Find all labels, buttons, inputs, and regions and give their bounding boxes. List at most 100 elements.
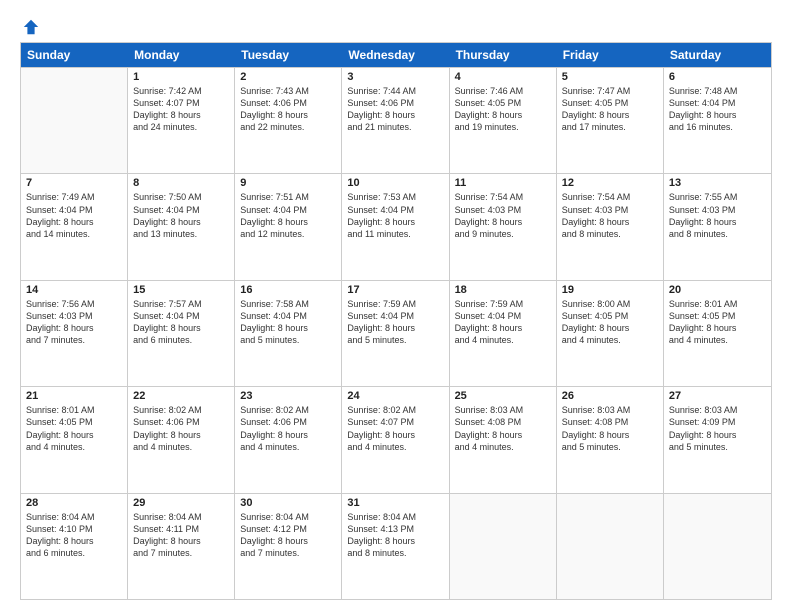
cell-info: Sunrise: 8:01 AM Sunset: 4:05 PM Dayligh… [26,404,122,453]
cell-info: Sunrise: 7:58 AM Sunset: 4:04 PM Dayligh… [240,298,336,347]
cell-info: Sunrise: 8:03 AM Sunset: 4:08 PM Dayligh… [562,404,658,453]
day-number: 9 [240,177,336,189]
day-cell-26: 26 Sunrise: 8:03 AM Sunset: 4:08 PM Dayli… [557,387,664,492]
header-day-friday: Friday [557,43,664,67]
cell-info: Sunrise: 7:59 AM Sunset: 4:04 PM Dayligh… [347,298,443,347]
cell-info: Sunrise: 8:01 AM Sunset: 4:05 PM Dayligh… [669,298,766,347]
logo [20,18,40,36]
calendar: SundayMondayTuesdayWednesdayThursdayFrid… [20,42,772,600]
day-cell-18: 18 Sunrise: 7:59 AM Sunset: 4:04 PM Dayli… [450,281,557,386]
cell-info: Sunrise: 7:49 AM Sunset: 4:04 PM Dayligh… [26,191,122,240]
day-number: 6 [669,71,766,83]
day-number: 4 [455,71,551,83]
day-cell-29: 29Sunrise: 8:04 AM Sunset: 4:11 PM Dayli… [128,494,235,599]
day-cell-17: 17 Sunrise: 7:59 AM Sunset: 4:04 PM Dayli… [342,281,449,386]
day-number: 24 [347,390,443,402]
day-number: 8 [133,177,229,189]
empty-cell [664,494,771,599]
cell-info: Sunrise: 8:04 AM Sunset: 4:10 PM Dayligh… [26,511,122,560]
day-cell-20: 20 Sunrise: 8:01 AM Sunset: 4:05 PM Dayli… [664,281,771,386]
day-cell-22: 22Sunrise: 8:02 AM Sunset: 4:06 PM Dayli… [128,387,235,492]
calendar-body: 1 Sunrise: 7:42 AM Sunset: 4:07 PM Daylig… [21,67,771,599]
day-number: 20 [669,284,766,296]
day-cell-7: 7 Sunrise: 7:49 AM Sunset: 4:04 PM Daylig… [21,174,128,279]
cell-info: Sunrise: 8:04 AM Sunset: 4:12 PM Dayligh… [240,511,336,560]
day-number: 10 [347,177,443,189]
day-number: 23 [240,390,336,402]
day-number: 13 [669,177,766,189]
day-number: 27 [669,390,766,402]
day-number: 22 [133,390,229,402]
empty-cell [21,68,128,173]
day-number: 30 [240,497,336,509]
cell-info: Sunrise: 8:04 AM Sunset: 4:13 PM Dayligh… [347,511,443,560]
header-day-saturday: Saturday [664,43,771,67]
cell-info: Sunrise: 7:59 AM Sunset: 4:04 PM Dayligh… [455,298,551,347]
day-cell-19: 19Sunrise: 8:00 AM Sunset: 4:05 PM Dayli… [557,281,664,386]
day-number: 19 [562,284,658,296]
cell-info: Sunrise: 7:46 AM Sunset: 4:05 PM Dayligh… [455,85,551,134]
header-day-sunday: Sunday [21,43,128,67]
cell-info: Sunrise: 7:48 AM Sunset: 4:04 PM Dayligh… [669,85,766,134]
header-day-wednesday: Wednesday [342,43,449,67]
cell-info: Sunrise: 7:54 AM Sunset: 4:03 PM Dayligh… [455,191,551,240]
cell-info: Sunrise: 8:02 AM Sunset: 4:06 PM Dayligh… [240,404,336,453]
day-cell-4: 4 Sunrise: 7:46 AM Sunset: 4:05 PM Daylig… [450,68,557,173]
day-cell-25: 25 Sunrise: 8:03 AM Sunset: 4:08 PM Dayli… [450,387,557,492]
day-number: 5 [562,71,658,83]
cell-info: Sunrise: 7:50 AM Sunset: 4:04 PM Dayligh… [133,191,229,240]
day-number: 3 [347,71,443,83]
day-number: 15 [133,284,229,296]
day-cell-1: 1 Sunrise: 7:42 AM Sunset: 4:07 PM Daylig… [128,68,235,173]
day-number: 11 [455,177,551,189]
day-cell-31: 31 Sunrise: 8:04 AM Sunset: 4:13 PM Dayli… [342,494,449,599]
cell-info: Sunrise: 7:57 AM Sunset: 4:04 PM Dayligh… [133,298,229,347]
cell-info: Sunrise: 7:56 AM Sunset: 4:03 PM Dayligh… [26,298,122,347]
day-cell-30: 30 Sunrise: 8:04 AM Sunset: 4:12 PM Dayli… [235,494,342,599]
day-cell-24: 24 Sunrise: 8:02 AM Sunset: 4:07 PM Dayli… [342,387,449,492]
cell-info: Sunrise: 7:44 AM Sunset: 4:06 PM Dayligh… [347,85,443,134]
header-day-thursday: Thursday [450,43,557,67]
empty-cell [557,494,664,599]
day-cell-6: 6 Sunrise: 7:48 AM Sunset: 4:04 PM Daylig… [664,68,771,173]
cell-info: Sunrise: 8:03 AM Sunset: 4:09 PM Dayligh… [669,404,766,453]
day-cell-13: 13 Sunrise: 7:55 AM Sunset: 4:03 PM Dayli… [664,174,771,279]
logo-icon [22,18,40,36]
header-day-tuesday: Tuesday [235,43,342,67]
day-number: 18 [455,284,551,296]
day-cell-8: 8 Sunrise: 7:50 AM Sunset: 4:04 PM Daylig… [128,174,235,279]
day-number: 25 [455,390,551,402]
day-number: 26 [562,390,658,402]
day-number: 28 [26,497,122,509]
page: SundayMondayTuesdayWednesdayThursdayFrid… [0,0,792,612]
day-number: 1 [133,71,229,83]
cell-info: Sunrise: 7:42 AM Sunset: 4:07 PM Dayligh… [133,85,229,134]
day-number: 12 [562,177,658,189]
day-cell-21: 21Sunrise: 8:01 AM Sunset: 4:05 PM Dayli… [21,387,128,492]
day-cell-14: 14Sunrise: 7:56 AM Sunset: 4:03 PM Dayli… [21,281,128,386]
header [20,18,772,36]
day-number: 16 [240,284,336,296]
day-cell-15: 15 Sunrise: 7:57 AM Sunset: 4:04 PM Dayli… [128,281,235,386]
week-row-1: 7 Sunrise: 7:49 AM Sunset: 4:04 PM Daylig… [21,173,771,279]
day-cell-28: 28 Sunrise: 8:04 AM Sunset: 4:10 PM Dayli… [21,494,128,599]
day-cell-12: 12 Sunrise: 7:54 AM Sunset: 4:03 PM Dayli… [557,174,664,279]
day-number: 17 [347,284,443,296]
day-cell-27: 27 Sunrise: 8:03 AM Sunset: 4:09 PM Dayli… [664,387,771,492]
week-row-3: 21Sunrise: 8:01 AM Sunset: 4:05 PM Dayli… [21,386,771,492]
cell-info: Sunrise: 7:54 AM Sunset: 4:03 PM Dayligh… [562,191,658,240]
day-number: 31 [347,497,443,509]
cell-info: Sunrise: 8:03 AM Sunset: 4:08 PM Dayligh… [455,404,551,453]
day-cell-5: 5 Sunrise: 7:47 AM Sunset: 4:05 PM Daylig… [557,68,664,173]
day-cell-2: 2Sunrise: 7:43 AM Sunset: 4:06 PM Daylig… [235,68,342,173]
cell-info: Sunrise: 7:51 AM Sunset: 4:04 PM Dayligh… [240,191,336,240]
day-number: 7 [26,177,122,189]
cell-info: Sunrise: 7:43 AM Sunset: 4:06 PM Dayligh… [240,85,336,134]
day-cell-10: 10Sunrise: 7:53 AM Sunset: 4:04 PM Dayli… [342,174,449,279]
cell-info: Sunrise: 7:47 AM Sunset: 4:05 PM Dayligh… [562,85,658,134]
cell-info: Sunrise: 8:02 AM Sunset: 4:07 PM Dayligh… [347,404,443,453]
day-cell-9: 9 Sunrise: 7:51 AM Sunset: 4:04 PM Daylig… [235,174,342,279]
week-row-0: 1 Sunrise: 7:42 AM Sunset: 4:07 PM Daylig… [21,67,771,173]
cell-info: Sunrise: 7:55 AM Sunset: 4:03 PM Dayligh… [669,191,766,240]
day-cell-23: 23 Sunrise: 8:02 AM Sunset: 4:06 PM Dayli… [235,387,342,492]
